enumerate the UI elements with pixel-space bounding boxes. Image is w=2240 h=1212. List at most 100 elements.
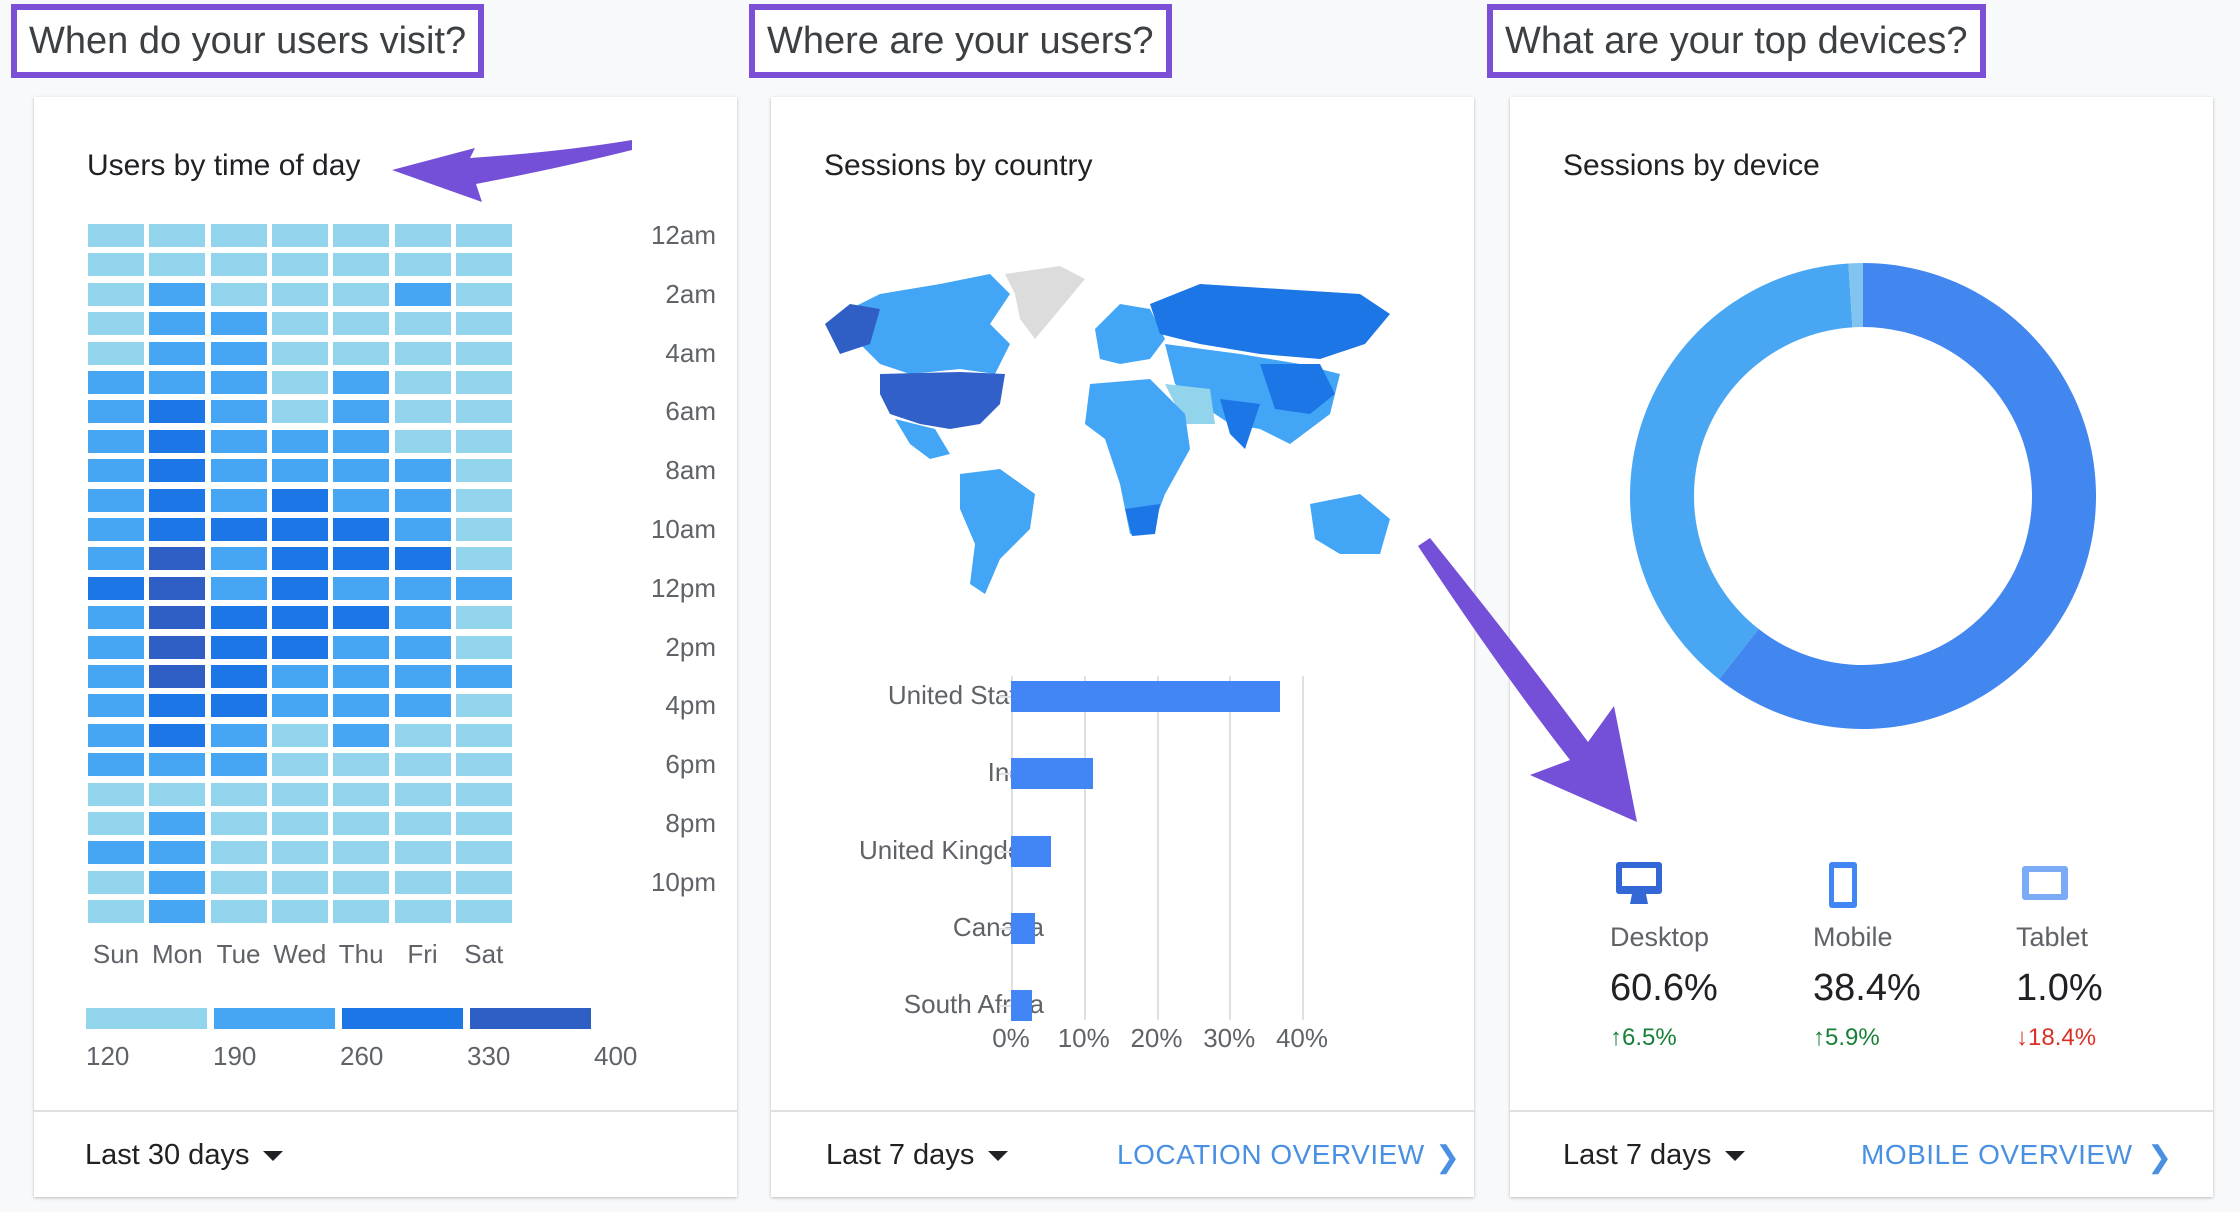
- heatmap-cell[interactable]: [88, 606, 144, 630]
- heatmap-cell[interactable]: [149, 459, 206, 483]
- heatmap-cell[interactable]: [333, 694, 390, 718]
- heatmap-cell[interactable]: [149, 753, 206, 777]
- heatmap-cell[interactable]: [394, 371, 451, 394]
- heatmap-cell[interactable]: [149, 694, 206, 718]
- heatmap-cell[interactable]: [210, 870, 267, 894]
- heatmap-cell[interactable]: [271, 635, 328, 659]
- heatmap-cell[interactable]: [149, 841, 206, 865]
- heatmap-cell[interactable]: [210, 576, 267, 600]
- heatmap-cell[interactable]: [88, 753, 144, 777]
- heatmap-cell[interactable]: [455, 312, 512, 336]
- heatmap-cell[interactable]: [333, 400, 390, 424]
- heatmap-cell[interactable]: [394, 576, 451, 600]
- heatmap-cell[interactable]: [210, 429, 267, 453]
- heatmap-cell[interactable]: [210, 253, 267, 277]
- heatmap-cell[interactable]: [333, 812, 390, 835]
- heatmap-cell[interactable]: [333, 341, 390, 365]
- heatmap-cell[interactable]: [271, 753, 328, 777]
- heatmap-cell[interactable]: [394, 782, 451, 806]
- heatmap-cell[interactable]: [394, 400, 451, 424]
- heatmap-cell[interactable]: [88, 723, 144, 747]
- heatmap-cell[interactable]: [88, 253, 144, 277]
- heatmap-cell[interactable]: [455, 488, 512, 512]
- heatmap-cell[interactable]: [88, 400, 144, 424]
- heatmap-cell[interactable]: [394, 606, 451, 630]
- heatmap-cell[interactable]: [210, 665, 267, 688]
- heatmap-cell[interactable]: [394, 253, 451, 277]
- heatmap-cell[interactable]: [333, 782, 390, 806]
- heatmap-cell[interactable]: [210, 900, 267, 924]
- heatmap-cell[interactable]: [333, 224, 390, 247]
- heatmap-cell[interactable]: [455, 870, 512, 894]
- heatmap-cell[interactable]: [455, 371, 512, 394]
- heatmap-cell[interactable]: [210, 459, 267, 483]
- heatmap-cell[interactable]: [455, 723, 512, 747]
- heatmap-cell[interactable]: [455, 547, 512, 571]
- date-range-dropdown[interactable]: Last 30 days: [85, 1139, 284, 1172]
- heatmap-cell[interactable]: [210, 518, 267, 541]
- heatmap-cell[interactable]: [88, 459, 144, 483]
- heatmap-cell[interactable]: [333, 900, 390, 924]
- heatmap-cell[interactable]: [333, 665, 390, 688]
- heatmap-cell[interactable]: [271, 371, 328, 394]
- heatmap-cell[interactable]: [149, 547, 206, 571]
- heatmap-cell[interactable]: [333, 547, 390, 571]
- heatmap-cell[interactable]: [210, 606, 267, 630]
- heatmap-cell[interactable]: [149, 635, 206, 659]
- heatmap-cell[interactable]: [149, 488, 206, 512]
- heatmap-cell[interactable]: [394, 429, 451, 453]
- heatmap-cell[interactable]: [88, 518, 144, 541]
- heatmap-cell[interactable]: [271, 723, 328, 747]
- heatmap-cell[interactable]: [149, 723, 206, 747]
- date-range-dropdown[interactable]: Last 7 days: [826, 1139, 1009, 1172]
- heatmap-cell[interactable]: [455, 753, 512, 777]
- heatmap-cell[interactable]: [210, 547, 267, 571]
- heatmap-cell[interactable]: [333, 488, 390, 512]
- chevron-right-icon[interactable]: ❯: [1435, 1140, 1460, 1175]
- heatmap-cell[interactable]: [271, 488, 328, 512]
- heatmap-cell[interactable]: [394, 723, 451, 747]
- heatmap-cell[interactable]: [271, 459, 328, 483]
- heatmap-cell[interactable]: [455, 341, 512, 365]
- heatmap-cell[interactable]: [394, 488, 451, 512]
- heatmap-cell[interactable]: [455, 282, 512, 306]
- heatmap-cell[interactable]: [149, 282, 206, 306]
- heatmap-cell[interactable]: [271, 812, 328, 835]
- heatmap-cell[interactable]: [210, 341, 267, 365]
- heatmap-cell[interactable]: [333, 576, 390, 600]
- heatmap-cell[interactable]: [149, 518, 206, 541]
- heatmap-cell[interactable]: [455, 576, 512, 600]
- heatmap-cell[interactable]: [88, 488, 144, 512]
- date-range-dropdown[interactable]: Last 7 days: [1563, 1139, 1746, 1172]
- heatmap-cell[interactable]: [394, 812, 451, 835]
- heatmap-cell[interactable]: [149, 870, 206, 894]
- heatmap-cell[interactable]: [394, 459, 451, 483]
- heatmap-cell[interactable]: [455, 400, 512, 424]
- heatmap-cell[interactable]: [88, 870, 144, 894]
- heatmap-cell[interactable]: [271, 576, 328, 600]
- heatmap-cell[interactable]: [271, 841, 328, 865]
- country-bar[interactable]: [1011, 835, 1051, 867]
- heatmap-cell[interactable]: [455, 459, 512, 483]
- heatmap-cell[interactable]: [149, 400, 206, 424]
- heatmap-cell[interactable]: [333, 253, 390, 277]
- heatmap-cell[interactable]: [271, 341, 328, 365]
- heatmap-cell[interactable]: [210, 312, 267, 336]
- heatmap-cell[interactable]: [271, 665, 328, 688]
- heatmap-cell[interactable]: [88, 312, 144, 336]
- heatmap-cell[interactable]: [210, 224, 267, 247]
- heatmap-cell[interactable]: [394, 694, 451, 718]
- heatmap-cell[interactable]: [394, 224, 451, 247]
- heatmap-cell[interactable]: [455, 782, 512, 806]
- heatmap-cell[interactable]: [333, 635, 390, 659]
- heatmap-cell[interactable]: [210, 371, 267, 394]
- heatmap-cell[interactable]: [455, 606, 512, 630]
- heatmap-cell[interactable]: [394, 753, 451, 777]
- heatmap-cell[interactable]: [455, 635, 512, 659]
- heatmap-cell[interactable]: [394, 665, 451, 688]
- heatmap-cell[interactable]: [333, 870, 390, 894]
- heatmap-cell[interactable]: [88, 224, 144, 247]
- heatmap-cell[interactable]: [394, 312, 451, 336]
- heatmap-cell[interactable]: [149, 429, 206, 453]
- heatmap-cell[interactable]: [88, 841, 144, 865]
